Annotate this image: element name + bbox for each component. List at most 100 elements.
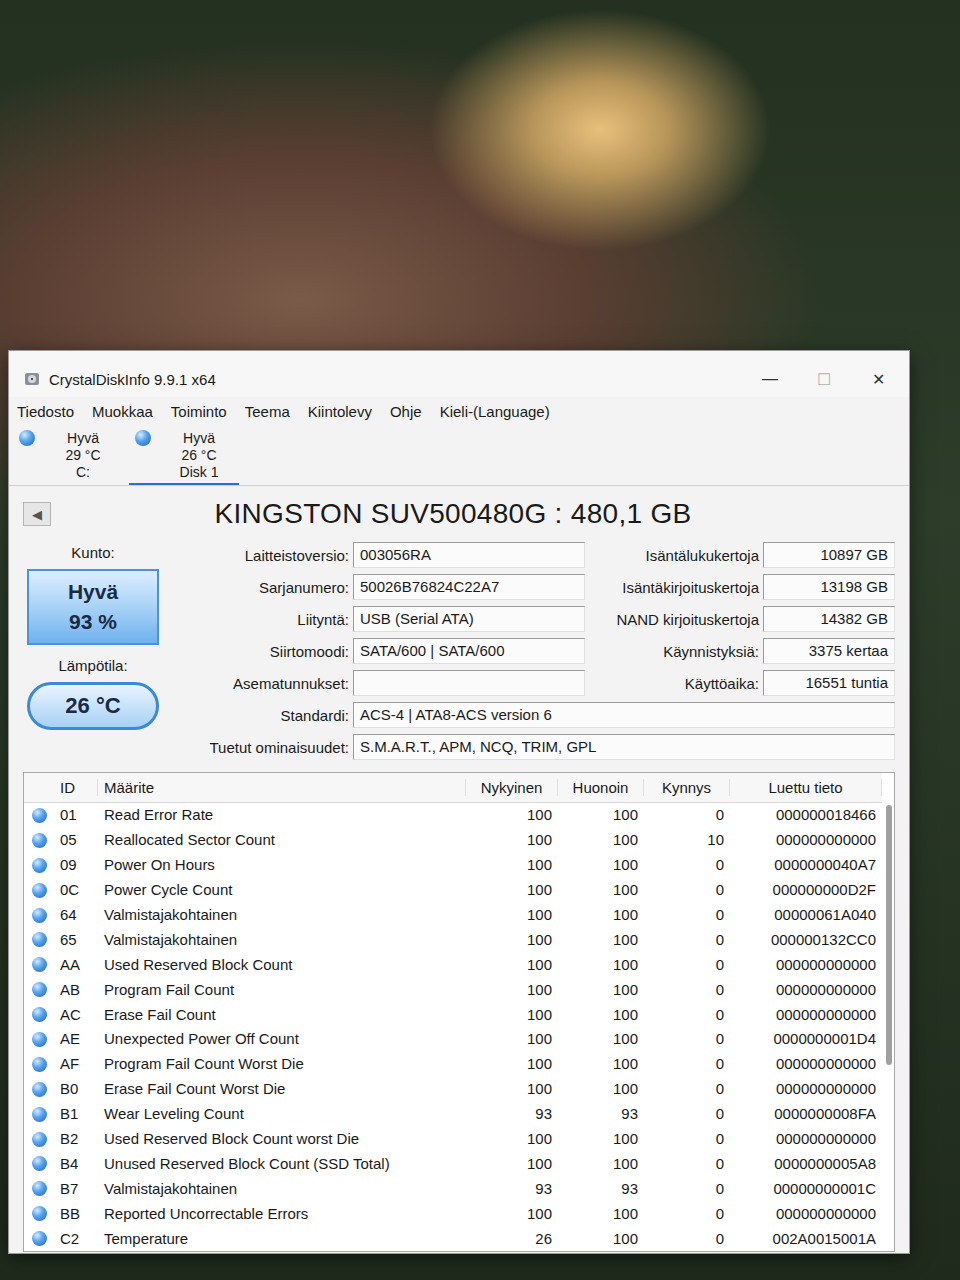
table-cell: 000000000000 bbox=[730, 1130, 882, 1148]
table-cell: 100 bbox=[558, 931, 644, 949]
disk-tab[interactable]: Hyvä29 °CC: bbox=[13, 428, 123, 485]
field-label: Sarjanumero: bbox=[173, 579, 349, 596]
table-cell: 100 bbox=[558, 1155, 644, 1173]
field-label: Siirtomoodi: bbox=[173, 643, 349, 660]
menu-item[interactable]: Kiintolevy bbox=[308, 401, 372, 422]
table-cell: 100 bbox=[558, 881, 644, 899]
table-cell: Valmistajakohtainen bbox=[98, 906, 466, 924]
table-cell: 100 bbox=[558, 856, 644, 874]
table-row[interactable]: BBReported Uncorrectable Errors100100000… bbox=[24, 1201, 882, 1226]
table-cell: 000000018466 bbox=[730, 806, 882, 824]
table-cell: 100 bbox=[558, 1080, 644, 1098]
table-cell: Power Cycle Count bbox=[98, 881, 466, 899]
table-row[interactable]: AEUnexpected Power Off Count100100000000… bbox=[24, 1027, 882, 1052]
status-dot-icon bbox=[135, 430, 151, 446]
table-cell: 0 bbox=[644, 1155, 730, 1173]
table-cell: 000000000D2F bbox=[730, 881, 882, 899]
table-row[interactable]: AFProgram Fail Count Worst Die1001000000… bbox=[24, 1052, 882, 1077]
table-row[interactable]: AAUsed Reserved Block Count1001000000000… bbox=[24, 952, 882, 977]
table-cell: 000000000000 bbox=[730, 981, 882, 999]
field-value bbox=[353, 670, 585, 696]
table-cell: 0 bbox=[644, 1205, 730, 1223]
column-header[interactable]: ID bbox=[54, 779, 98, 796]
scrollbar[interactable] bbox=[886, 805, 892, 1065]
table-cell: 100 bbox=[466, 1155, 558, 1173]
table-row[interactable]: 01Read Error Rate1001000000000018466 bbox=[24, 803, 882, 828]
table-row[interactable]: B4Unused Reserved Block Count (SSD Total… bbox=[24, 1151, 882, 1176]
table-cell: 100 bbox=[558, 956, 644, 974]
table-row[interactable]: ABProgram Fail Count1001000000000000000 bbox=[24, 977, 882, 1002]
table-row[interactable]: B2Used Reserved Block Count worst Die100… bbox=[24, 1127, 882, 1152]
table-cell: 0 bbox=[644, 1006, 730, 1024]
table-cell: 100 bbox=[466, 856, 558, 874]
field-value: 14382 GB bbox=[763, 606, 895, 632]
table-cell: 100 bbox=[466, 1130, 558, 1148]
table-row[interactable]: B7Valmistajakohtainen9393000000000001C bbox=[24, 1176, 882, 1201]
disk-tab[interactable]: Hyvä26 °CDisk 1 bbox=[129, 428, 239, 485]
column-header[interactable]: Nykyinen bbox=[466, 779, 558, 796]
field-label: Käyttöaika: bbox=[589, 675, 759, 692]
table-cell: B4 bbox=[54, 1155, 98, 1173]
column-header[interactable]: Kynnys bbox=[644, 779, 730, 796]
status-dot-icon bbox=[32, 808, 47, 823]
status-dot-icon bbox=[32, 1032, 47, 1047]
table-row[interactable]: C2Temperature261000002A0015001A bbox=[24, 1226, 882, 1251]
app-window: CrystalDiskInfo 9.9.1 x64—☐✕TiedostoMuok… bbox=[8, 350, 910, 1254]
table-cell: 0 bbox=[644, 1105, 730, 1123]
status-dot-icon bbox=[32, 908, 47, 923]
table-cell: 05 bbox=[54, 831, 98, 849]
status-dot-icon bbox=[32, 982, 47, 997]
table-cell: Reallocated Sector Count bbox=[98, 831, 466, 849]
window-control[interactable]: ☐ bbox=[801, 370, 847, 389]
table-row[interactable]: 64Valmistajakohtainen100100000000061A040 bbox=[24, 903, 882, 928]
table-row[interactable]: 09Power On Hours10010000000000040A7 bbox=[24, 853, 882, 878]
temperature-label: Lämpötila: bbox=[23, 653, 163, 674]
table-row[interactable]: B1Wear Leveling Count939300000000008FA bbox=[24, 1102, 882, 1127]
table-cell: AB bbox=[54, 981, 98, 999]
table-cell: Erase Fail Count Worst Die bbox=[98, 1080, 466, 1098]
desktop-wallpaper: CrystalDiskInfo 9.9.1 x64—☐✕TiedostoMuok… bbox=[0, 0, 960, 1280]
menu-item[interactable]: Tiedosto bbox=[17, 401, 74, 422]
status-dot-icon bbox=[32, 1231, 47, 1246]
status-dot-icon bbox=[32, 1206, 47, 1221]
health-panel: Kunto:Hyvä93 %Lämpötila:26 °C bbox=[23, 540, 163, 762]
table-cell: 100 bbox=[466, 1055, 558, 1073]
table-cell: 09 bbox=[54, 856, 98, 874]
temperature-value[interactable]: 26 °C bbox=[27, 682, 159, 730]
table-row[interactable]: 05Reallocated Sector Count10010010000000… bbox=[24, 828, 882, 853]
menu-bar: Tiedosto Muokkaa Toiminto Teema Kiintolevy Oh… bbox=[9, 397, 909, 426]
status-dot-icon bbox=[32, 858, 47, 873]
menu-item[interactable]: Kieli-(Language) bbox=[440, 401, 550, 422]
table-cell: 100 bbox=[558, 1030, 644, 1048]
window-control[interactable]: — bbox=[747, 370, 793, 388]
table-cell: Program Fail Count Worst Die bbox=[98, 1055, 466, 1073]
table-row[interactable]: 0CPower Cycle Count1001000000000000D2F bbox=[24, 878, 882, 903]
table-cell: B0 bbox=[54, 1080, 98, 1098]
info-grid: Laitteistoversio:003056RAIsäntälukukerto… bbox=[173, 540, 895, 762]
menu-item[interactable]: Muokkaa bbox=[92, 401, 153, 422]
table-row[interactable]: 65Valmistajakohtainen1001000000000132CC0 bbox=[24, 927, 882, 952]
table-cell: 100 bbox=[558, 806, 644, 824]
status-dot-icon bbox=[32, 1132, 47, 1147]
field-value: USB (Serial ATA) bbox=[353, 606, 585, 632]
health-status[interactable]: Hyvä93 % bbox=[27, 569, 159, 645]
column-header[interactable]: Määrite bbox=[98, 779, 466, 796]
menu-item[interactable]: Ohje bbox=[390, 401, 422, 422]
table-cell: 0 bbox=[644, 1030, 730, 1048]
window-control[interactable]: ✕ bbox=[855, 370, 901, 389]
column-header[interactable]: Huonoin bbox=[558, 779, 644, 796]
status-dot-icon bbox=[32, 1156, 47, 1171]
table-cell: 0 bbox=[644, 806, 730, 824]
table-cell: 0 bbox=[644, 1180, 730, 1198]
prev-drive-button[interactable]: ◀ bbox=[23, 502, 51, 526]
menu-item[interactable]: Teema bbox=[245, 401, 290, 422]
field-value: 16551 tuntia bbox=[763, 670, 895, 696]
table-cell: BB bbox=[54, 1205, 98, 1223]
column-header[interactable]: Luettu tieto bbox=[730, 779, 882, 796]
table-cell: 93 bbox=[558, 1105, 644, 1123]
status-dot-icon bbox=[32, 1082, 47, 1097]
table-row[interactable]: B0Erase Fail Count Worst Die100100000000… bbox=[24, 1077, 882, 1102]
table-row[interactable]: ACErase Fail Count1001000000000000000 bbox=[24, 1002, 882, 1027]
menu-item[interactable]: Toiminto bbox=[171, 401, 227, 422]
disk-tabs: Hyvä29 °CC:Hyvä26 °CDisk 1 bbox=[9, 426, 909, 486]
